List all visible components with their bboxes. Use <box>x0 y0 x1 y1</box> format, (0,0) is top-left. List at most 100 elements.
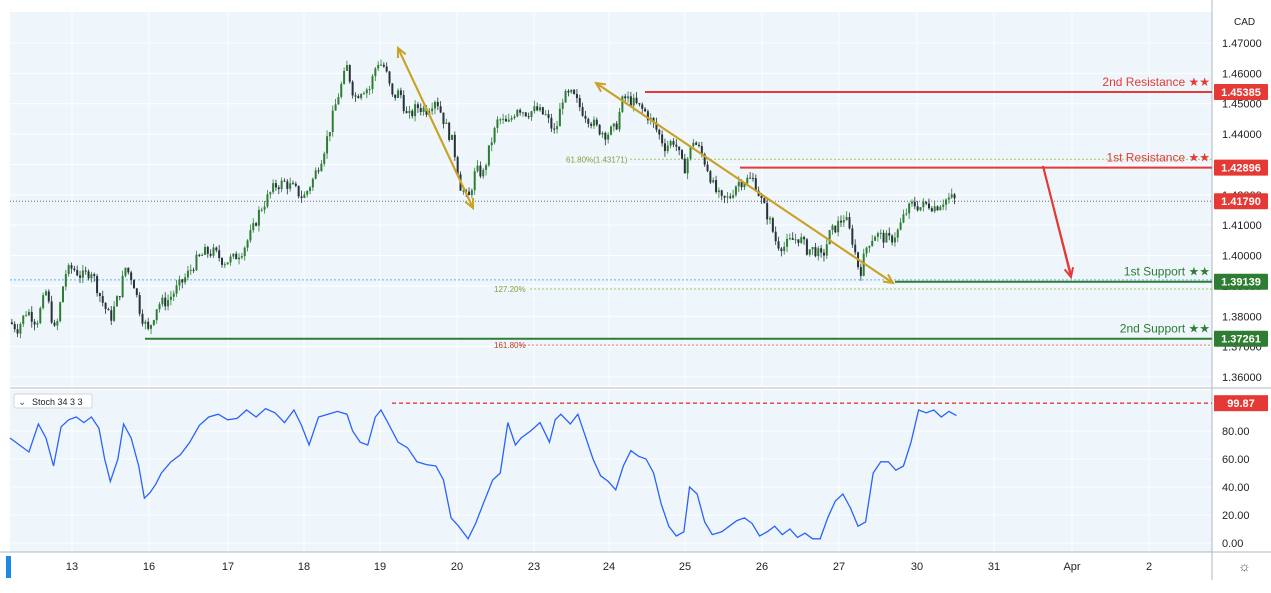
stoch-tick-label: 20.00 <box>1222 510 1250 522</box>
price-tick-label: 1.44000 <box>1222 129 1262 141</box>
candle-body <box>828 230 831 245</box>
chart-svg: CAD 1.360001.370001.380001.390001.400001… <box>0 0 1271 580</box>
candle-body <box>746 177 749 184</box>
candle-body <box>175 285 178 294</box>
candle-body <box>169 296 172 300</box>
candle-body <box>910 201 913 204</box>
candle-body <box>584 115 587 119</box>
candle-body <box>641 104 644 109</box>
candle-body <box>365 89 368 94</box>
candle-body <box>610 126 612 135</box>
candle-body <box>621 96 624 112</box>
candle-body <box>902 214 905 223</box>
candle-body <box>706 164 709 172</box>
time-tick-label: 17 <box>222 561 234 573</box>
stoch-title-box[interactable]: ⌄ Stoch 34 3 3 <box>13 393 93 409</box>
candle-body <box>726 196 729 198</box>
candle-body <box>578 98 581 108</box>
price-tick-label: 1.46000 <box>1222 68 1262 80</box>
candle-body <box>402 95 405 112</box>
candle-body <box>854 244 857 253</box>
candle-body <box>905 213 908 215</box>
candle-body <box>876 233 879 237</box>
candle-body <box>354 95 357 97</box>
candle-body <box>178 279 181 286</box>
candle-body <box>303 194 306 198</box>
candle-body <box>663 143 666 152</box>
candle-body <box>632 97 635 106</box>
candle-body <box>485 165 488 170</box>
candle-body <box>550 117 553 129</box>
s2-badge: 1.37261 <box>1214 330 1268 347</box>
candle-body <box>184 277 187 283</box>
candle-body <box>272 183 275 193</box>
candle-body <box>629 96 632 106</box>
candle-body <box>27 311 30 316</box>
candle-body <box>33 321 36 325</box>
candle-body <box>81 270 84 278</box>
candle-body <box>13 323 16 330</box>
candle-body <box>879 232 882 234</box>
candle-body <box>269 192 272 195</box>
candle-body <box>283 180 286 182</box>
gear-icon[interactable]: ☼ <box>1238 558 1251 574</box>
candle-body <box>834 225 837 233</box>
candle-body <box>334 104 337 111</box>
candle-body <box>567 90 570 93</box>
candle-body <box>851 228 854 245</box>
r1-label: 1st Resistance ★★ <box>1106 151 1210 165</box>
candle-body <box>362 93 365 95</box>
candle-body <box>658 129 661 135</box>
chevron-down-icon[interactable]: ⌄ <box>18 397 26 408</box>
candle-body <box>930 208 933 212</box>
candle-body <box>760 195 763 199</box>
candle-body <box>161 297 164 305</box>
candle-body <box>442 112 445 124</box>
candle-body <box>888 233 891 236</box>
candle-body <box>695 142 698 145</box>
candle-body <box>627 96 630 99</box>
candle-body <box>377 64 380 69</box>
candle-body <box>592 119 595 126</box>
time-tick-label: 13 <box>66 561 78 573</box>
candle-body <box>587 118 590 124</box>
candle-body <box>141 313 144 324</box>
candle-body <box>391 83 394 95</box>
candle-body <box>240 256 243 258</box>
time-marker-icon[interactable] <box>6 556 11 578</box>
candle-body <box>104 302 107 310</box>
candle-body <box>260 209 263 211</box>
candle-body <box>388 71 391 84</box>
candle-body <box>448 122 451 140</box>
currency-label: CAD <box>1234 17 1255 28</box>
candle-body <box>859 267 862 276</box>
candle-body <box>433 101 436 109</box>
candle-body <box>519 109 522 113</box>
candle-body <box>416 104 419 109</box>
candle-body <box>672 141 675 145</box>
candle-body <box>808 249 811 255</box>
candle-body <box>64 274 67 287</box>
time-tick-label: 23 <box>528 561 540 573</box>
candle-body <box>147 321 150 329</box>
stoch-tick-label: 0.00 <box>1222 538 1243 550</box>
candle-body <box>928 203 931 209</box>
candle-body <box>666 145 669 152</box>
candle-body <box>192 269 195 271</box>
time-tick-label: 25 <box>679 561 691 573</box>
r2-badge-text: 1.45385 <box>1221 87 1261 99</box>
candle-body <box>221 258 224 265</box>
candle-body <box>698 144 701 147</box>
candle-body <box>933 206 936 212</box>
candle-body <box>56 321 59 326</box>
candle-body <box>839 220 842 223</box>
candle-body <box>399 90 402 96</box>
candle-body <box>266 194 269 207</box>
candle-body <box>351 81 354 96</box>
candle-body <box>25 315 28 317</box>
candle-body <box>118 296 121 298</box>
candle-body <box>300 196 303 198</box>
candle-body <box>84 270 87 272</box>
current-badge: 1.41790 <box>1214 193 1268 210</box>
stoch-level-badge-text: 99.87 <box>1227 398 1255 410</box>
